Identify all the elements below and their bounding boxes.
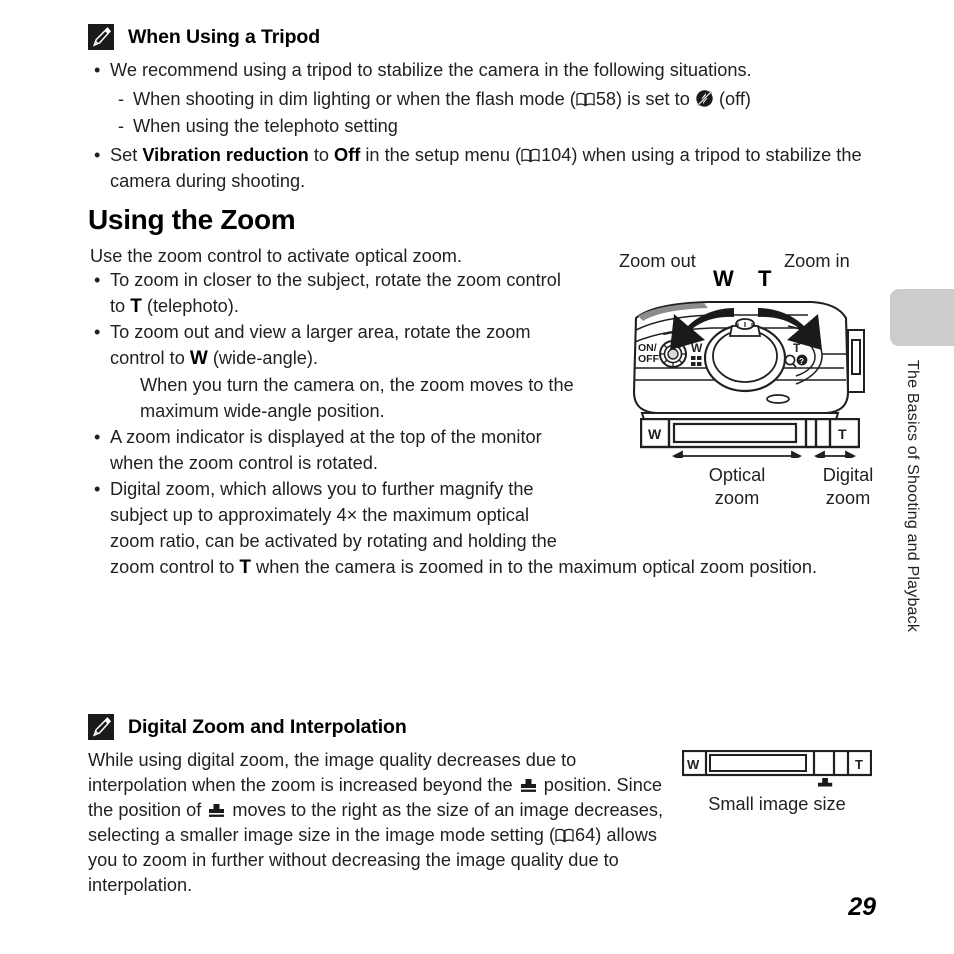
zoom-intro: Use the zoom control to activate optical… [90, 246, 463, 266]
digital-zoom-threshold-icon [208, 799, 225, 817]
zoom-bullet-4-line4: zoom control to T when the camera is zoo… [110, 557, 818, 578]
manual-page: When Using a Tripod We recommend using a… [0, 0, 954, 954]
zoom-bullet-2-line4: maximum wide-angle position. [140, 401, 385, 421]
zoom-bullet-4-line1: Digital zoom, which allows you to furthe… [94, 476, 534, 502]
book-page-ref-icon [576, 88, 595, 107]
digital-note-line5: you to zoom in further without decreasin… [88, 850, 619, 870]
svg-text:W: W [687, 757, 700, 772]
pencil-note-icon [88, 714, 114, 740]
camera-w-mark: W [713, 266, 734, 291]
digital-note-line3: the position of moves to the right as th… [88, 799, 664, 820]
zoom-out-label: Zoom out [619, 251, 696, 271]
tripod-subbullet-2: When using the telephoto setting [118, 113, 398, 139]
small-image-size-caption: Small image size [708, 794, 846, 814]
note-header-tripod: When Using a Tripod [88, 24, 320, 50]
zoom-bullet-2-line2: control to W (wide-angle). [110, 348, 318, 369]
book-page-ref-icon [521, 144, 540, 163]
zoom-bullet-4-line2: subject up to approximately 4× the maxim… [110, 505, 530, 525]
chapter-label: The Basics of Shooting and Playback [904, 360, 921, 633]
chapter-tab [890, 289, 954, 346]
zoom-bullet-4-line3: zoom ratio, can be activated by rotating… [110, 531, 557, 551]
tripod-subbullet-1: When shooting in dim lighting or when th… [118, 86, 873, 112]
wideangle-symbol: W [189, 348, 208, 369]
zoom-bullet-1-line2: to T (telephoto). [110, 296, 239, 317]
telephoto-symbol: T [239, 557, 251, 578]
note-header-digital-zoom: Digital Zoom and Interpolation [88, 714, 407, 740]
page-title: Using the Zoom [88, 204, 296, 235]
zoom-in-label: Zoom in [784, 251, 850, 271]
note-title-digital-zoom: Digital Zoom and Interpolation [128, 715, 407, 738]
telephoto-symbol: T [130, 296, 142, 317]
svg-text:?: ? [799, 357, 804, 366]
svg-text:OFF: OFF [638, 353, 660, 365]
flash-off-icon [695, 89, 714, 108]
zoom-bullet-2-line3: When you turn the camera on, the zoom mo… [140, 375, 574, 395]
svg-text:T: T [855, 757, 863, 772]
zoom-bullet-2-line1: To zoom out and view a larger area, rota… [94, 319, 531, 345]
svg-text:T: T [838, 426, 847, 442]
page-number: 29 [848, 893, 876, 921]
note-title-tripod: When Using a Tripod [128, 25, 321, 48]
pencil-note-icon [88, 24, 114, 50]
digital-note-line1: While using digital zoom, the image qual… [88, 750, 577, 770]
zoom-indicator-figure: W T Optical zoom Digital zoom [640, 418, 873, 518]
camera-t-mark: T [758, 266, 772, 291]
zoom-bullet-3-line2: when the zoom control is rotated. [110, 453, 378, 473]
small-image-size-figure: W T Small image size [682, 750, 872, 820]
digital-note-line2: interpolation when the zoom is increased… [88, 774, 663, 795]
digital-note-line4: selecting a smaller image size in the im… [88, 824, 657, 845]
small-image-zoom-bar: W T [682, 750, 872, 787]
zoom-indicator-bar: W T [640, 418, 860, 458]
zoom-bullet-1-line1: To zoom in closer to the subject, rotate… [94, 267, 561, 293]
svg-text:W: W [648, 426, 662, 442]
tripod-bullet-1: We recommend using a tripod to stabilize… [94, 57, 870, 83]
zoom-bullet-3-line1: A zoom indicator is displayed at the top… [94, 424, 542, 450]
tripod-bullet-2: Set Vibration reduction to Off in the se… [94, 142, 880, 168]
book-page-ref-icon [555, 824, 574, 843]
tripod-bullet-2-line2: camera during shooting. [110, 171, 306, 191]
digital-zoom-threshold-icon [520, 774, 537, 792]
digital-note-line6: interpolation. [88, 875, 193, 895]
digital-zoom-caption: Digital zoom [822, 465, 874, 508]
